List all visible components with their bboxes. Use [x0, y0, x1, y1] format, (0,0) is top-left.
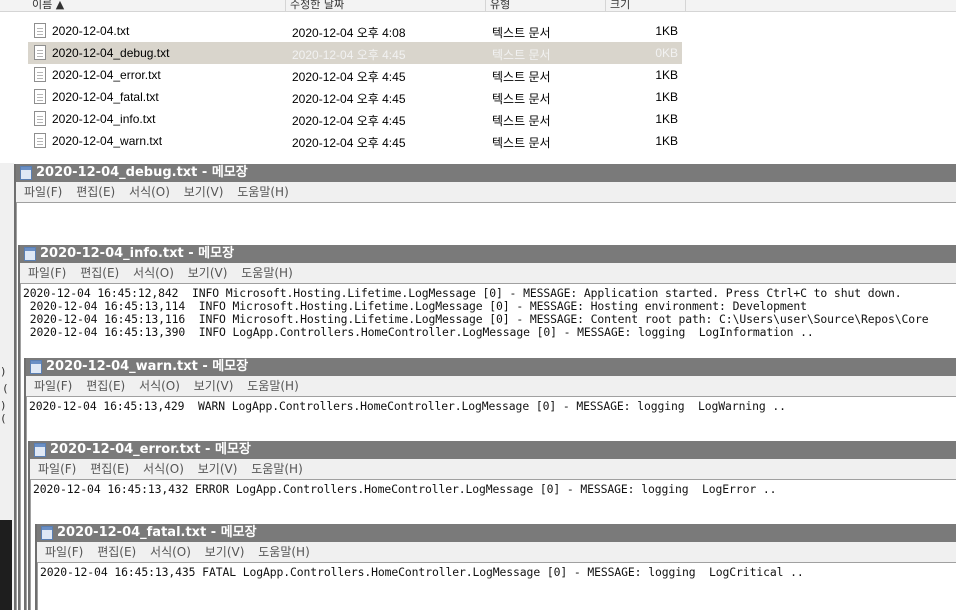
file-row-selected[interactable]: 2020-12-04_debug.txt 2020-12-04 오후 4:45 … — [28, 42, 682, 64]
menu-view[interactable]: 보기(V) — [194, 376, 234, 396]
window-title: 2020-12-04_info.txt - 메모장 — [40, 246, 235, 261]
window-title: 2020-12-04_error.txt - 메모장 — [50, 442, 251, 457]
log-line: 2020-12-04 16:45:13,390 INFO LogApp.Cont… — [23, 325, 814, 339]
text-file-icon — [34, 45, 46, 60]
menu-help[interactable]: 도움말(H) — [251, 459, 303, 479]
file-name: 2020-12-04.txt — [52, 24, 130, 38]
file-explorer: 이름 ▲ 수정한 날짜 유형 크기 2020-12-04.txt 2020-12… — [0, 0, 956, 163]
log-line: 2020-12-04 16:45:13,114 INFO Microsoft.H… — [23, 299, 807, 313]
menu-format[interactable]: 서식(O) — [139, 376, 180, 396]
log-line: 2020-12-04 16:45:12,842 INFO Microsoft.H… — [23, 286, 902, 300]
menu-view[interactable]: 보기(V) — [184, 182, 224, 202]
menu-format[interactable]: 서식(O) — [133, 263, 174, 283]
file-modified: 2020-12-04 오후 4:08 — [292, 26, 406, 40]
menu-view[interactable]: 보기(V) — [205, 542, 245, 562]
notepad-icon — [20, 166, 32, 180]
menu-edit[interactable]: 편집(E) — [97, 542, 136, 562]
menu-file[interactable]: 파일(F) — [45, 542, 83, 562]
menu-file[interactable]: 파일(F) — [38, 459, 76, 479]
text-file-icon — [34, 133, 46, 148]
file-name: 2020-12-04_info.txt — [52, 112, 156, 126]
file-size: 1KB — [655, 134, 678, 148]
column-header-type[interactable]: 유형 — [486, 0, 606, 11]
text-file-icon — [34, 67, 46, 82]
notepad-titlebar[interactable]: 2020-12-04_debug.txt - 메모장 — [16, 164, 956, 182]
column-header-row: 이름 ▲ 수정한 날짜 유형 크기 — [0, 0, 956, 12]
file-size: 0KB — [655, 46, 678, 60]
text-file-icon — [34, 111, 46, 126]
file-row[interactable]: 2020-12-04.txt 2020-12-04 오후 4:08 텍스트 문서… — [28, 20, 682, 42]
file-type: 텍스트 문서 — [492, 70, 551, 84]
menu-format[interactable]: 서식(O) — [143, 459, 184, 479]
menu-help[interactable]: 도움말(H) — [241, 263, 293, 283]
window-title: 2020-12-04_debug.txt - 메모장 — [36, 165, 248, 180]
file-row[interactable]: 2020-12-04_fatal.txt 2020-12-04 오후 4:45 … — [28, 86, 682, 108]
window-title: 2020-12-04_warn.txt - 메모장 — [46, 359, 249, 374]
menu-help[interactable]: 도움말(H) — [258, 542, 310, 562]
column-header-modified[interactable]: 수정한 날짜 — [286, 0, 486, 11]
file-row[interactable]: 2020-12-04_warn.txt 2020-12-04 오후 4:45 텍… — [28, 130, 682, 152]
file-type: 텍스트 문서 — [492, 114, 551, 128]
file-name: 2020-12-04_fatal.txt — [52, 90, 159, 104]
window-title: 2020-12-04_fatal.txt - 메모장 — [57, 525, 257, 540]
log-line: 2020-12-04 16:45:13,432 ERROR LogApp.Con… — [33, 482, 777, 496]
file-name: 2020-12-04_warn.txt — [52, 134, 163, 148]
notepad-window-fatal[interactable]: 2020-12-04_fatal.txt - 메모장 파일(F) 편집(E) 서… — [35, 524, 956, 610]
menu-view[interactable]: 보기(V) — [198, 459, 238, 479]
menu-help[interactable]: 도움말(H) — [237, 182, 289, 202]
file-size: 1KB — [655, 112, 678, 126]
text-file-icon — [34, 89, 46, 104]
menu-bar: 파일(F) 편집(E) 서식(O) 보기(V) 도움말(H) — [26, 376, 956, 396]
text-file-icon — [34, 23, 46, 38]
file-modified: 2020-12-04 오후 4:45 — [292, 70, 406, 84]
menu-edit[interactable]: 편집(E) — [86, 376, 125, 396]
file-type: 텍스트 문서 — [492, 92, 551, 106]
file-size: 1KB — [655, 68, 678, 82]
notepad-icon — [30, 360, 42, 374]
menu-format[interactable]: 서식(O) — [129, 182, 170, 202]
menu-bar: 파일(F) 편집(E) 서식(O) 보기(V) 도움말(H) — [30, 459, 956, 479]
menu-bar: 파일(F) 편집(E) 서식(O) 보기(V) 도움말(H) — [16, 182, 956, 202]
notepad-icon — [34, 443, 46, 457]
text-editor-area[interactable]: 2020-12-04 16:45:13,435 FATAL LogApp.Con… — [37, 562, 956, 610]
file-size: 1KB — [655, 24, 678, 38]
column-header-size[interactable]: 크기 — [606, 0, 686, 11]
file-type: 텍스트 문서 — [492, 136, 551, 150]
menu-file[interactable]: 파일(F) — [24, 182, 62, 202]
file-row[interactable]: 2020-12-04_info.txt 2020-12-04 오후 4:45 텍… — [28, 108, 682, 130]
menu-bar: 파일(F) 편집(E) 서식(O) 보기(V) 도움말(H) — [20, 263, 956, 283]
notepad-titlebar[interactable]: 2020-12-04_warn.txt - 메모장 — [26, 358, 956, 376]
notepad-icon — [41, 526, 53, 540]
file-modified: 2020-12-04 오후 4:45 — [292, 114, 406, 128]
menu-edit[interactable]: 편집(E) — [80, 263, 119, 283]
notepad-titlebar[interactable]: 2020-12-04_fatal.txt - 메모장 — [37, 524, 956, 542]
file-row[interactable]: 2020-12-04_error.txt 2020-12-04 오후 4:45 … — [28, 64, 682, 86]
menu-file[interactable]: 파일(F) — [34, 376, 72, 396]
notepad-titlebar[interactable]: 2020-12-04_info.txt - 메모장 — [20, 245, 956, 263]
menu-file[interactable]: 파일(F) — [28, 263, 66, 283]
log-line: 2020-12-04 16:45:13,429 WARN LogApp.Cont… — [29, 399, 786, 413]
menu-edit[interactable]: 편집(E) — [90, 459, 129, 479]
column-header-name[interactable]: 이름 ▲ — [28, 0, 286, 11]
file-name: 2020-12-04_error.txt — [52, 68, 161, 82]
menu-bar: 파일(F) 편집(E) 서식(O) 보기(V) 도움말(H) — [37, 542, 956, 562]
menu-format[interactable]: 서식(O) — [150, 542, 191, 562]
log-line: 2020-12-04 16:45:13,116 INFO Microsoft.H… — [23, 312, 929, 326]
file-modified: 2020-12-04 오후 4:45 — [292, 92, 406, 106]
menu-view[interactable]: 보기(V) — [188, 263, 228, 283]
menu-help[interactable]: 도움말(H) — [247, 376, 299, 396]
notepad-titlebar[interactable]: 2020-12-04_error.txt - 메모장 — [30, 441, 956, 459]
file-modified: 2020-12-04 오후 4:45 — [292, 48, 406, 62]
menu-edit[interactable]: 편집(E) — [76, 182, 115, 202]
background-console-edge — [0, 520, 12, 610]
notepad-icon — [24, 247, 36, 261]
file-name: 2020-12-04_debug.txt — [52, 46, 170, 60]
log-line: 2020-12-04 16:45:13,435 FATAL LogApp.Con… — [40, 565, 804, 579]
file-type: 텍스트 문서 — [492, 26, 551, 40]
file-type: 텍스트 문서 — [492, 48, 551, 62]
file-modified: 2020-12-04 오후 4:45 — [292, 136, 406, 150]
file-size: 1KB — [655, 90, 678, 104]
